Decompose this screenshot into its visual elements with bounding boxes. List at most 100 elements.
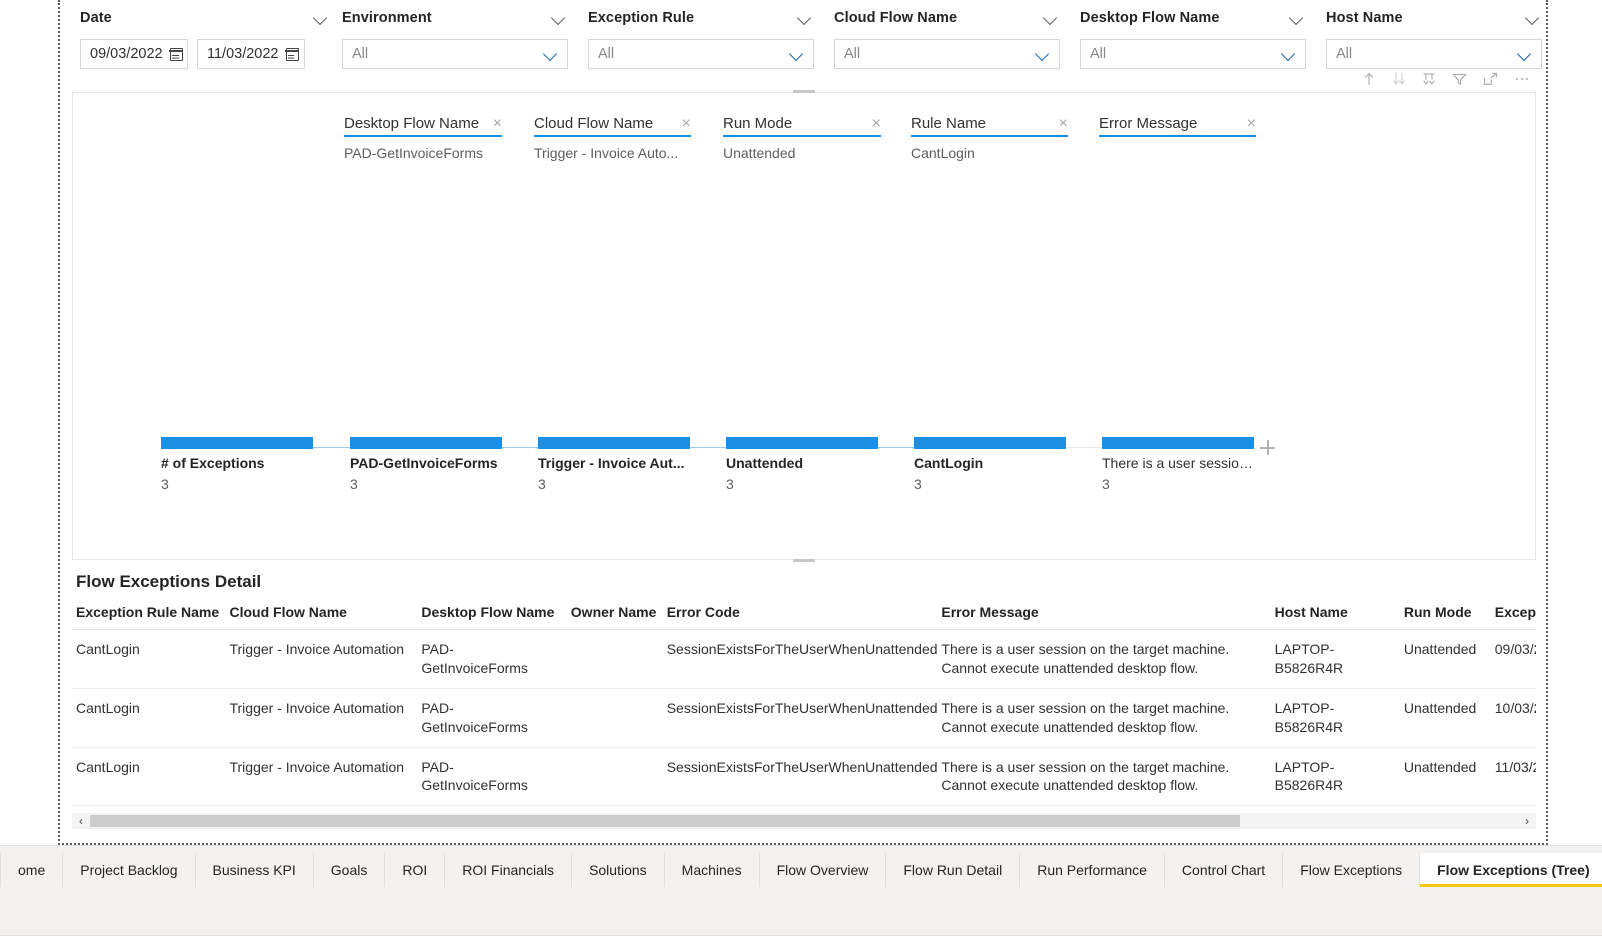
cell-host-name: LAPTOP-B5826R4R bbox=[1270, 629, 1400, 689]
tab-home[interactable]: ome bbox=[0, 853, 64, 887]
desktop-flow-name-select[interactable]: All bbox=[1080, 39, 1306, 69]
tree-node-label: PAD-GetInvoiceForms bbox=[350, 455, 498, 471]
chevron-down-icon[interactable] bbox=[1518, 47, 1532, 61]
scrollbar-thumb[interactable] bbox=[90, 815, 1240, 827]
scrollbar-track[interactable] bbox=[90, 815, 1518, 827]
scroll-right-icon[interactable]: › bbox=[1518, 815, 1536, 827]
column-header-error-message[interactable]: Error Message bbox=[937, 604, 1271, 630]
filter-host-name-title: Host Name bbox=[1326, 10, 1403, 26]
chevron-down-icon[interactable] bbox=[1044, 11, 1058, 25]
tree-node-value: 3 bbox=[914, 476, 922, 492]
tree-node-label: Trigger - Invoice Aut... bbox=[538, 455, 685, 471]
chevron-down-icon[interactable] bbox=[790, 47, 804, 61]
tree-level-cloud-flow-name[interactable]: Cloud Flow Name × Trigger - Invoice Auto… bbox=[534, 115, 691, 161]
tab-flow-exceptions-tree[interactable]: Flow Exceptions (Tree) bbox=[1420, 853, 1602, 887]
chevron-down-icon[interactable] bbox=[552, 11, 566, 25]
cloud-flow-name-value: All bbox=[844, 46, 861, 62]
table-row[interactable]: CantLogin Trigger - Invoice Automation P… bbox=[72, 688, 1536, 748]
filter-cloud-flow-name-title: Cloud Flow Name bbox=[834, 10, 958, 26]
tab-run-performance[interactable]: Run Performance bbox=[1020, 853, 1165, 887]
cell-run-mode: Unattended bbox=[1399, 688, 1491, 748]
tab-goals[interactable]: Goals bbox=[313, 853, 386, 887]
chevron-down-icon[interactable] bbox=[798, 11, 812, 25]
tree-node-root[interactable]: # of Exceptions 3 bbox=[161, 437, 313, 492]
more-options-icon[interactable] bbox=[1513, 71, 1531, 87]
tree-node-cloud-flow[interactable]: Trigger - Invoice Aut... 3 bbox=[538, 437, 690, 492]
tab-flow-exceptions[interactable]: Flow Exceptions bbox=[1283, 853, 1421, 887]
tab-label: Solutions bbox=[589, 862, 647, 878]
calendar-icon[interactable] bbox=[285, 47, 299, 61]
chevron-down-icon[interactable] bbox=[314, 11, 328, 25]
chevron-down-icon[interactable] bbox=[1282, 47, 1296, 61]
close-icon[interactable]: × bbox=[872, 115, 881, 132]
drill-down-toggle-icon[interactable] bbox=[1391, 71, 1407, 87]
detail-table-scroll-region[interactable]: Exception Rule Name Cloud Flow Name Desk… bbox=[72, 592, 1536, 814]
date-from-input[interactable]: 09/03/2022 bbox=[80, 39, 188, 69]
tree-level-label: Cloud Flow Name bbox=[534, 115, 654, 132]
host-name-select[interactable]: All bbox=[1326, 39, 1542, 69]
exception-rule-select[interactable]: All bbox=[588, 39, 814, 69]
filter-icon[interactable] bbox=[1451, 71, 1468, 87]
column-header-exception-rule-name[interactable]: Exception Rule Name bbox=[72, 604, 226, 630]
tree-body: Desktop Flow Name × PAD-GetInvoiceForms … bbox=[73, 93, 1535, 559]
horizontal-scrollbar[interactable]: ‹ › bbox=[72, 813, 1536, 829]
column-header-desktop-flow-name[interactable]: Desktop Flow Name bbox=[417, 604, 567, 630]
tab-solutions[interactable]: Solutions bbox=[572, 853, 665, 887]
environment-select[interactable]: All bbox=[342, 39, 568, 69]
table-row[interactable]: CantLogin Trigger - Invoice Automation P… bbox=[72, 747, 1536, 807]
column-header-host-name[interactable]: Host Name bbox=[1270, 604, 1400, 630]
tab-flow-run-detail[interactable]: Flow Run Detail bbox=[886, 853, 1021, 887]
focus-mode-icon[interactable] bbox=[1482, 71, 1499, 87]
visual-resize-handle-bottom[interactable] bbox=[793, 559, 815, 562]
flow-exceptions-detail-visual[interactable]: Flow Exceptions Detail Exception Rule Na… bbox=[72, 566, 1536, 831]
column-header-error-code[interactable]: Error Code bbox=[662, 604, 938, 630]
tab-flow-overview[interactable]: Flow Overview bbox=[759, 853, 887, 887]
tree-level-run-mode[interactable]: Run Mode × Unattended bbox=[723, 115, 881, 161]
tree-node-error-message[interactable]: There is a user session ... 3 bbox=[1102, 437, 1254, 492]
tree-level-selection: PAD-GetInvoiceForms bbox=[344, 145, 483, 161]
column-header-exception[interactable]: Exception bbox=[1490, 604, 1536, 630]
chevron-down-icon[interactable] bbox=[1036, 47, 1050, 61]
cell-error-message: There is a user session on the target ma… bbox=[937, 747, 1271, 807]
date-to-input[interactable]: 11/03/2022 bbox=[197, 39, 305, 69]
table-row[interactable]: CantLogin Trigger - Invoice Automation P… bbox=[72, 629, 1536, 689]
column-header-run-mode[interactable]: Run Mode bbox=[1399, 604, 1491, 630]
expand-next-level-icon[interactable] bbox=[1421, 71, 1437, 87]
chevron-down-icon[interactable] bbox=[1290, 11, 1304, 25]
cell-run-mode: Unattended bbox=[1399, 629, 1491, 689]
chevron-down-icon[interactable] bbox=[544, 47, 558, 61]
column-header-owner-name[interactable]: Owner Name bbox=[566, 604, 663, 630]
tab-label: Flow Run Detail bbox=[903, 862, 1003, 878]
tree-node-desktop-flow[interactable]: PAD-GetInvoiceForms 3 bbox=[350, 437, 502, 492]
cell-error-code: SessionExistsForTheUserWhenUnattended bbox=[662, 688, 938, 748]
chevron-down-icon[interactable] bbox=[1526, 11, 1540, 25]
scroll-left-icon[interactable]: ‹ bbox=[72, 815, 90, 827]
cell-host-name: LAPTOP-B5826R4R bbox=[1270, 688, 1400, 748]
tab-business-kpi[interactable]: Business KPI bbox=[195, 853, 314, 887]
close-icon[interactable]: × bbox=[1247, 115, 1256, 132]
tab-control-chart[interactable]: Control Chart bbox=[1164, 853, 1284, 887]
close-icon[interactable]: × bbox=[682, 115, 691, 132]
calendar-icon[interactable] bbox=[169, 47, 183, 61]
filter-exception-rule: Exception Rule All bbox=[588, 6, 814, 69]
column-header-cloud-flow-name[interactable]: Cloud Flow Name bbox=[225, 604, 418, 630]
tree-level-label: Desktop Flow Name bbox=[344, 115, 480, 132]
tree-node-run-mode[interactable]: Unattended 3 bbox=[726, 437, 878, 492]
tab-roi[interactable]: ROI bbox=[385, 853, 446, 887]
tab-machines[interactable]: Machines bbox=[664, 853, 760, 887]
tree-level-error-message[interactable]: Error Message × bbox=[1099, 115, 1256, 145]
expand-node-icon[interactable] bbox=[1260, 440, 1275, 455]
drill-up-icon[interactable] bbox=[1361, 71, 1377, 87]
cloud-flow-name-select[interactable]: All bbox=[834, 39, 1060, 69]
tab-roi-financials[interactable]: ROI Financials bbox=[445, 853, 573, 887]
date-to-value: 11/03/2022 bbox=[207, 46, 279, 62]
close-icon[interactable]: × bbox=[493, 115, 502, 132]
tree-node-rule-name[interactable]: CantLogin 3 bbox=[914, 437, 1066, 492]
tree-level-selection: Trigger - Invoice Auto... bbox=[534, 145, 679, 161]
decomposition-tree-visual[interactable]: Desktop Flow Name × PAD-GetInvoiceForms … bbox=[72, 72, 1536, 562]
tab-label: Project Backlog bbox=[80, 862, 178, 878]
tree-level-desktop-flow-name[interactable]: Desktop Flow Name × PAD-GetInvoiceForms bbox=[344, 115, 502, 161]
close-icon[interactable]: × bbox=[1059, 115, 1068, 132]
tree-level-rule-name[interactable]: Rule Name × CantLogin bbox=[911, 115, 1068, 161]
tab-project-backlog[interactable]: Project Backlog bbox=[63, 853, 196, 887]
